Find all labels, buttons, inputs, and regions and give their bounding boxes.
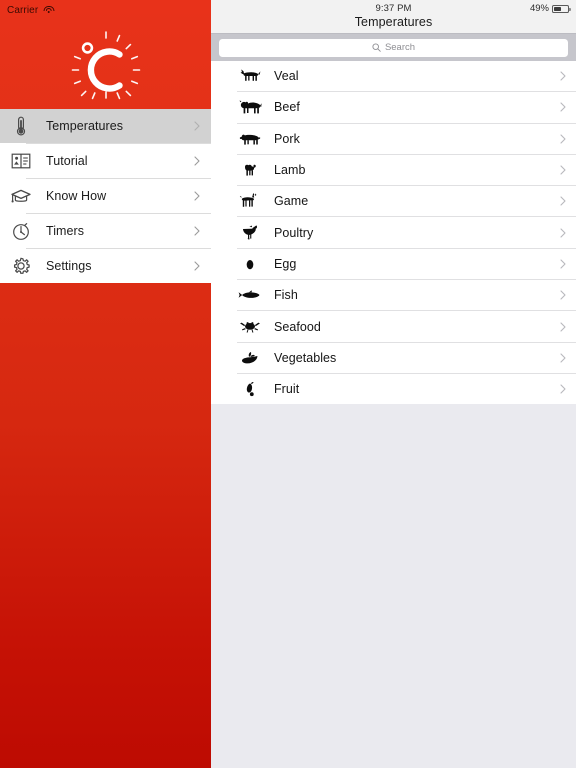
chevron-right-icon: [194, 226, 200, 236]
sidebar-item-know-how[interactable]: Know How: [0, 179, 211, 213]
carrier-label: Carrier: [7, 4, 39, 16]
thermometer-icon: [8, 113, 34, 139]
chevron-right-icon: [560, 259, 566, 269]
chevron-right-icon: [194, 261, 200, 271]
chevron-right-icon: [194, 156, 200, 166]
list-item[interactable]: Beef: [211, 92, 576, 123]
main-pane: 9:37 PM 49% Temperatures Search Veal Bee…: [211, 0, 576, 768]
sidebar-item-tutorial[interactable]: Tutorial: [0, 144, 211, 178]
list-item-label: Veal: [274, 69, 299, 84]
stopwatch-icon: [8, 218, 34, 244]
chevron-right-icon: [194, 191, 200, 201]
list-item-label: Lamb: [274, 163, 306, 178]
list-item-label: Fish: [274, 288, 298, 303]
page-title: Temperatures: [354, 15, 433, 29]
sidebar-item-temperatures[interactable]: Temperatures: [0, 109, 211, 143]
crab-icon: [237, 316, 263, 338]
list-item[interactable]: Poultry: [211, 217, 576, 248]
gear-icon: [8, 253, 34, 279]
chevron-right-icon: [560, 165, 566, 175]
chevron-right-icon: [560, 321, 566, 332]
battery-icon: [552, 4, 571, 13]
chevron-right-icon: [560, 71, 566, 81]
list-item-label: Beef: [274, 100, 300, 115]
sidebar-item-label: Temperatures: [46, 119, 124, 133]
list-item[interactable]: Vegetables: [211, 342, 576, 373]
wifi-icon: [43, 5, 55, 15]
list-item-label: Pork: [274, 131, 300, 146]
eggplant-icon: [237, 347, 263, 369]
category-list: Veal Beef Pork Lamb Game Poultry Egg Fis…: [211, 61, 576, 405]
sidebar-item-settings[interactable]: Settings: [0, 249, 211, 283]
chevron-right-icon: [560, 290, 566, 300]
list-item[interactable]: Game: [211, 186, 576, 217]
lamb-icon: [237, 159, 263, 181]
list-item-label: Seafood: [274, 319, 321, 334]
battery-percent-label: 49%: [529, 3, 549, 14]
chevron-right-icon: [560, 196, 566, 206]
sidebar-menu: Temperatures Tutorial Know How Timers Se…: [0, 109, 211, 283]
list-item[interactable]: Lamb: [211, 154, 576, 186]
chevron-right-icon: [194, 121, 200, 131]
search-bar: Search: [211, 33, 576, 61]
list-item-label: Vegetables: [274, 350, 337, 365]
open-book-icon: [8, 148, 34, 174]
sidebar-item-timers[interactable]: Timers: [0, 214, 211, 248]
clock-label: 9:37 PM: [375, 3, 412, 14]
list-item[interactable]: Egg: [211, 248, 576, 280]
chicken-icon: [237, 222, 263, 244]
graduation-cap-icon: [8, 183, 34, 209]
egg-icon: [237, 253, 263, 275]
sidebar-item-label: Tutorial: [46, 154, 88, 168]
search-input[interactable]: Search: [219, 38, 568, 57]
chevron-right-icon: [560, 228, 566, 238]
pig-icon: [237, 128, 263, 150]
list-item[interactable]: Fish: [211, 280, 576, 311]
chevron-right-icon: [560, 353, 566, 363]
list-item-label: Fruit: [274, 382, 300, 397]
list-item[interactable]: Veal: [211, 61, 576, 92]
list-item-label: Game: [274, 194, 309, 209]
sidebar-item-label: Settings: [46, 259, 92, 273]
pear-icon: [237, 378, 263, 400]
battery-indicator: 49%: [529, 3, 571, 14]
sidebar-item-label: Know How: [46, 189, 107, 203]
sidebar-status-bar: Carrier: [0, 0, 211, 20]
cow-icon: [237, 96, 263, 118]
sidebar: Carrier Temperatures Tutorial Know How T…: [0, 0, 211, 768]
list-item-label: Poultry: [274, 225, 314, 240]
list-item[interactable]: Fruit: [211, 373, 576, 405]
degrees-celsius-sun-icon: [67, 29, 145, 101]
sidebar-item-label: Timers: [46, 224, 85, 238]
list-item-label: Egg: [274, 256, 297, 271]
list-item[interactable]: Pork: [211, 123, 576, 154]
chevron-right-icon: [560, 384, 566, 394]
app-logo: [0, 20, 211, 109]
search-icon: [372, 43, 381, 52]
navigation-bar: 9:37 PM 49% Temperatures: [211, 0, 576, 33]
app-root: Carrier Temperatures Tutorial Know How T…: [0, 0, 576, 768]
deer-icon: [237, 190, 263, 212]
fish-icon: [237, 284, 263, 306]
chevron-right-icon: [560, 134, 566, 144]
list-item[interactable]: Seafood: [211, 311, 576, 342]
calf-icon: [237, 65, 263, 87]
chevron-right-icon: [560, 102, 566, 112]
search-placeholder: Search: [384, 42, 416, 53]
